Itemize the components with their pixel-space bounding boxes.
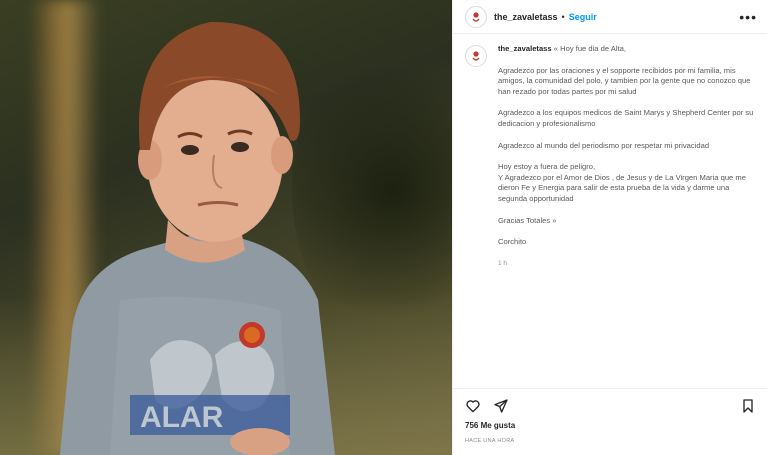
paper-plane-icon	[494, 398, 508, 413]
more-options-icon[interactable]: •••	[739, 10, 757, 24]
post-photo[interactable]: ALAR	[0, 0, 452, 455]
likes-count[interactable]: 756 Me gusta	[465, 421, 515, 430]
caption-line: Agradezco a los equipos medicos de Saint…	[498, 108, 754, 128]
caption-line: Gracias Totales »	[498, 215, 557, 225]
post-header: the_zavaletass • Seguir •••	[453, 0, 767, 34]
save-button[interactable]	[740, 398, 756, 414]
caption-line-text: Hoy fue dia de Alta,	[560, 44, 626, 53]
caption-line: Agradezco al mundo del periodismo por re…	[498, 140, 710, 150]
heart-icon	[466, 399, 480, 412]
avatar[interactable]	[465, 5, 487, 28]
like-button[interactable]	[465, 398, 481, 414]
polo-logo-icon	[472, 11, 480, 22]
caption-line-text: Y Agradezco por el Amor de Dios , de Jes…	[498, 172, 746, 203]
post-time-ago: HACE UNA HORA	[465, 438, 515, 444]
header-username[interactable]: the_zavaletass	[494, 12, 558, 22]
caption-username[interactable]: the_zavaletass	[498, 44, 552, 53]
caption-line: Hoy estoy a fuera de peligro, Y Agradezc…	[498, 162, 755, 204]
bookmark-icon	[743, 398, 753, 413]
boy-figure: ALAR	[60, 21, 335, 455]
svg-text:ALAR: ALAR	[140, 401, 224, 434]
caption-quote-mark: «	[553, 44, 558, 53]
caption-text: the_zavaletass « Hoy fue dia de Alta, Ag…	[498, 44, 755, 269]
caption-avatar[interactable]	[465, 45, 487, 67]
caption-timestamp[interactable]: 1 h	[498, 259, 755, 270]
post-side-panel: the_zavaletass • Seguir ••• the_zavaleta…	[452, 0, 767, 455]
header-separator: •	[561, 11, 565, 22]
follow-button[interactable]: Seguir	[569, 12, 597, 22]
action-bar	[453, 388, 767, 422]
caption-line: Agradezco por las oraciones y el sopport…	[498, 65, 751, 96]
caption-line-text: Hoy estoy a fuera de peligro,	[498, 162, 596, 172]
caption-line: the_zavaletass « Hoy fue dia de Alta,	[498, 44, 755, 55]
polo-logo-icon	[472, 51, 480, 61]
caption-line: Corchito	[498, 237, 527, 247]
caption-area: the_zavaletass « Hoy fue dia de Alta, Ag…	[453, 34, 767, 269]
share-button[interactable]	[493, 398, 509, 414]
